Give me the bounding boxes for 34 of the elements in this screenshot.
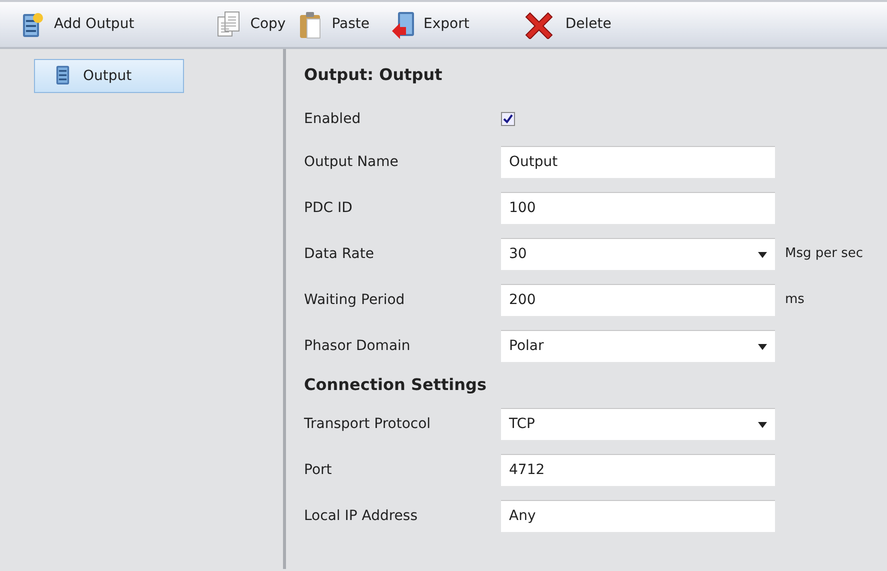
dropdown[interactable]: TCP [501, 408, 775, 440]
dropdown[interactable]: 30 [501, 238, 775, 270]
field-label: Phasor Domain [304, 336, 412, 356]
field-label: Port [304, 460, 333, 480]
export-icon [390, 10, 416, 38]
add-button[interactable]: Add Output [14, 10, 140, 38]
input-field[interactable]: Any [501, 500, 775, 532]
field-label: Enabled [304, 110, 362, 128]
caret-icon [758, 344, 767, 350]
field-label: Output Name [304, 152, 400, 172]
unit-label: Msg per sec [785, 245, 864, 264]
caret-icon [758, 422, 767, 428]
unit-label: ms [785, 291, 804, 310]
field-label: Waiting Period [304, 290, 406, 310]
export-button[interactable]: Export [384, 10, 476, 38]
input-field[interactable]: 100 [501, 192, 775, 224]
copy-button[interactable]: Copy [210, 10, 292, 38]
paste-button[interactable]: Paste [292, 10, 376, 38]
section-heading: Connection Settings [304, 374, 488, 396]
form-title: Output: Output [304, 64, 444, 86]
enabled-checkbox[interactable] [501, 112, 515, 126]
server-icon [20, 10, 46, 38]
field-label: Local IP Address [304, 506, 419, 526]
field-label: Data Rate [304, 244, 375, 264]
caret-icon [758, 252, 767, 258]
field-label: Transport Protocol [304, 414, 432, 434]
copy-icon [216, 10, 242, 38]
sidebar-item[interactable]: Output [34, 59, 184, 93]
field-label: PDC ID [304, 198, 354, 218]
input-field[interactable]: 4712 [501, 454, 775, 486]
input-field[interactable]: Output [501, 146, 775, 178]
dropdown[interactable]: Polar [501, 330, 775, 362]
input-field[interactable]: 200 [501, 284, 775, 316]
delete-button[interactable]: Delete [515, 10, 618, 38]
